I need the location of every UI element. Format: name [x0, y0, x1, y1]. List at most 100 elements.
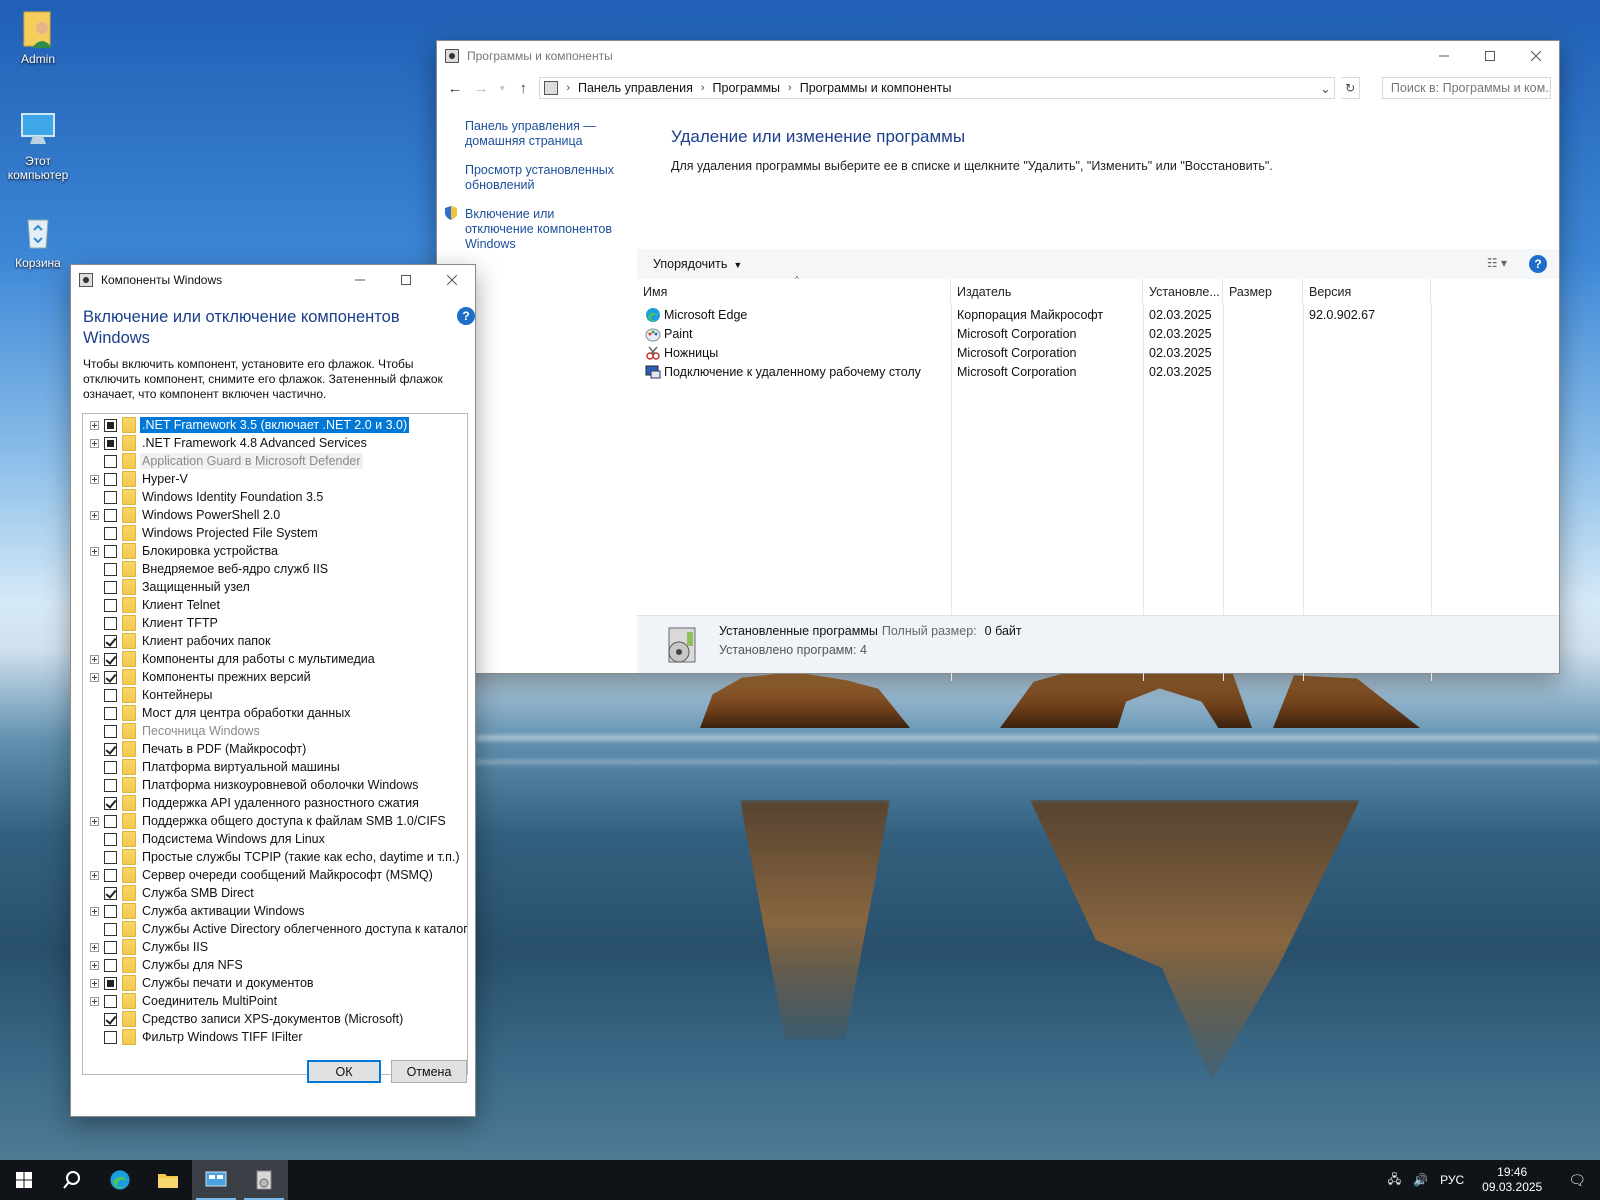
feature-checkbox[interactable]	[104, 454, 117, 468]
feature-label[interactable]: Клиент Telnet	[140, 597, 222, 613]
feature-checkbox[interactable]	[104, 490, 117, 504]
close-button[interactable]	[429, 265, 475, 295]
feature-checkbox[interactable]	[104, 814, 117, 828]
feature-checkbox[interactable]	[104, 778, 117, 792]
feature-checkbox[interactable]	[104, 976, 117, 990]
feature-checkbox[interactable]	[104, 850, 117, 864]
expand-plus-icon[interactable]	[90, 996, 99, 1006]
control-panel-home-link[interactable]: Панель управления — домашняя страница	[465, 119, 615, 149]
feature-label[interactable]: Защищенный узел	[140, 579, 252, 595]
feature-label[interactable]: Печать в PDF (Майкрософт)	[140, 741, 308, 757]
feature-item[interactable]: Windows PowerShell 2.0	[83, 506, 467, 524]
desktop-icon-recycle-bin[interactable]: Корзина	[0, 212, 78, 270]
table-row[interactable]: Microsoft Edge Корпорация Майкрософт 02.…	[637, 305, 1559, 324]
expand-plus-icon[interactable]	[90, 942, 99, 952]
expand-plus-icon[interactable]	[90, 978, 99, 988]
feature-item[interactable]: Средство записи XPS-документов (Microsof…	[83, 1010, 467, 1028]
feature-label[interactable]: Блокировка устройства	[140, 543, 280, 559]
ok-button[interactable]: ОК	[307, 1060, 381, 1083]
feature-checkbox[interactable]	[104, 904, 117, 918]
feature-checkbox[interactable]	[104, 652, 117, 666]
feature-checkbox[interactable]	[104, 832, 117, 846]
close-button[interactable]	[1513, 41, 1559, 71]
breadcrumb-item[interactable]: Панель управления	[578, 81, 693, 95]
expand-plus-icon[interactable]	[90, 816, 99, 826]
feature-label[interactable]: Песочница Windows	[140, 723, 262, 739]
feature-item[interactable]: Службы IIS	[83, 938, 467, 956]
column-header-size[interactable]: Размер	[1223, 279, 1303, 303]
feature-checkbox[interactable]	[104, 994, 117, 1008]
feature-checkbox[interactable]	[104, 526, 117, 540]
feature-label[interactable]: Сервер очереди сообщений Майкрософт (MSM…	[140, 867, 435, 883]
programs-window[interactable]: Программы и компоненты ← → ▾ ↑ › Панель …	[436, 40, 1560, 681]
feature-label[interactable]: Соединитель MultiPoint	[140, 993, 279, 1009]
table-row[interactable]: Ножницы Microsoft Corporation 02.03.2025	[637, 343, 1559, 362]
feature-label[interactable]: Платформа низкоуровневой оболочки Window…	[140, 777, 420, 793]
expand-plus-icon[interactable]	[90, 870, 99, 880]
address-box[interactable]: › Панель управления › Программы › Програ…	[539, 77, 1336, 99]
feature-checkbox[interactable]	[104, 670, 117, 684]
feature-item[interactable]: Windows Identity Foundation 3.5	[83, 488, 467, 506]
refresh-icon[interactable]: ↻	[1341, 77, 1360, 99]
feature-checkbox[interactable]	[104, 436, 117, 450]
feature-checkbox[interactable]	[104, 922, 117, 936]
feature-item[interactable]: Компоненты прежних версий	[83, 668, 467, 686]
view-options-icon[interactable]: ☷ ▾	[1487, 256, 1507, 270]
feature-checkbox[interactable]	[104, 544, 117, 558]
feature-item[interactable]: Службы для NFS	[83, 956, 467, 974]
feature-item[interactable]: Защищенный узел	[83, 578, 467, 596]
feature-label[interactable]: Windows Projected File System	[140, 525, 320, 541]
feature-item[interactable]: Платформа виртуальной машины	[83, 758, 467, 776]
feature-label[interactable]: Простые службы TCPIP (такие как echo, da…	[140, 849, 462, 865]
windows-features-dialog[interactable]: Компоненты Windows Включение или отключе…	[70, 264, 476, 1117]
feature-checkbox[interactable]	[104, 886, 117, 900]
chevron-down-icon[interactable]: ⌄	[1316, 81, 1334, 96]
expand-plus-icon[interactable]	[90, 474, 99, 484]
expand-plus-icon[interactable]	[90, 510, 99, 520]
expand-plus-icon[interactable]	[90, 960, 99, 970]
expand-plus-icon[interactable]	[90, 672, 99, 682]
expand-plus-icon[interactable]	[90, 546, 99, 556]
feature-item[interactable]: Клиент TFTP	[83, 614, 467, 632]
column-header-name[interactable]: Имя ^	[637, 275, 951, 303]
feature-item[interactable]: Службы Active Directory облегченного дос…	[83, 920, 467, 938]
feature-item[interactable]: Простые службы TCPIP (такие как echo, da…	[83, 848, 467, 866]
expand-plus-icon[interactable]	[90, 654, 99, 664]
feature-item[interactable]: Hyper-V	[83, 470, 467, 488]
feature-label[interactable]: Службы для NFS	[140, 957, 245, 973]
feature-label[interactable]: Мост для центра обработки данных	[140, 705, 353, 721]
column-header-version[interactable]: Версия	[1303, 279, 1431, 303]
features-tree[interactable]: .NET Framework 3.5 (включает .NET 2.0 и …	[82, 413, 468, 1075]
feature-item[interactable]: Внедряемое веб-ядро служб IIS	[83, 560, 467, 578]
feature-checkbox[interactable]	[104, 634, 117, 648]
feature-checkbox[interactable]	[104, 724, 117, 738]
title-bar[interactable]: Программы и компоненты	[437, 41, 1559, 71]
feature-label[interactable]: Поддержка API удаленного разностного сжа…	[140, 795, 421, 811]
feature-label[interactable]: Поддержка общего доступа к файлам SMB 1.…	[140, 813, 448, 829]
feature-label[interactable]: Внедряемое веб-ядро служб IIS	[140, 561, 330, 577]
feature-checkbox[interactable]	[104, 760, 117, 774]
up-arrow-icon[interactable]: ↑	[513, 76, 533, 100]
feature-item[interactable]: Подсистема Windows для Linux	[83, 830, 467, 848]
column-header-installed[interactable]: Установле...	[1143, 279, 1223, 303]
feature-item[interactable]: Application Guard в Microsoft Defender	[83, 452, 467, 470]
cancel-button[interactable]: Отмена	[391, 1060, 467, 1083]
language-indicator[interactable]: РУС	[1434, 1173, 1470, 1187]
feature-item[interactable]: Контейнеры	[83, 686, 467, 704]
feature-item[interactable]: Сервер очереди сообщений Майкрософт (MSM…	[83, 866, 467, 884]
feature-item[interactable]: Песочница Windows	[83, 722, 467, 740]
feature-label[interactable]: Служба SMB Direct	[140, 885, 256, 901]
feature-item[interactable]: Поддержка общего доступа к файлам SMB 1.…	[83, 812, 467, 830]
feature-label[interactable]: Windows Identity Foundation 3.5	[140, 489, 325, 505]
maximize-button[interactable]	[383, 265, 429, 295]
expand-plus-icon[interactable]	[90, 438, 99, 448]
minimize-button[interactable]	[1421, 41, 1467, 71]
feature-label[interactable]: Подсистема Windows для Linux	[140, 831, 327, 847]
feature-label[interactable]: Служба активации Windows	[140, 903, 307, 919]
search-input[interactable]: Поиск в: Программы и ком... ⌕	[1381, 77, 1551, 99]
components-icon[interactable]	[240, 1160, 288, 1200]
expand-plus-icon[interactable]	[90, 420, 99, 430]
feature-item[interactable]: Мост для центра обработки данных	[83, 704, 467, 722]
feature-checkbox[interactable]	[104, 580, 117, 594]
title-bar[interactable]: Компоненты Windows	[71, 265, 475, 295]
